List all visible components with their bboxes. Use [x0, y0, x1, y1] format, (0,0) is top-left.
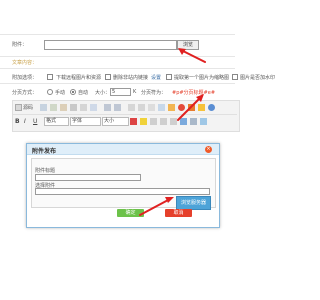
arrow-to-attachment-icon: [177, 96, 202, 121]
annotation-arrows: [139, 48, 206, 216]
arrow-to-browse: [180, 49, 206, 63]
arrow-to-browse-server: [139, 198, 171, 216]
